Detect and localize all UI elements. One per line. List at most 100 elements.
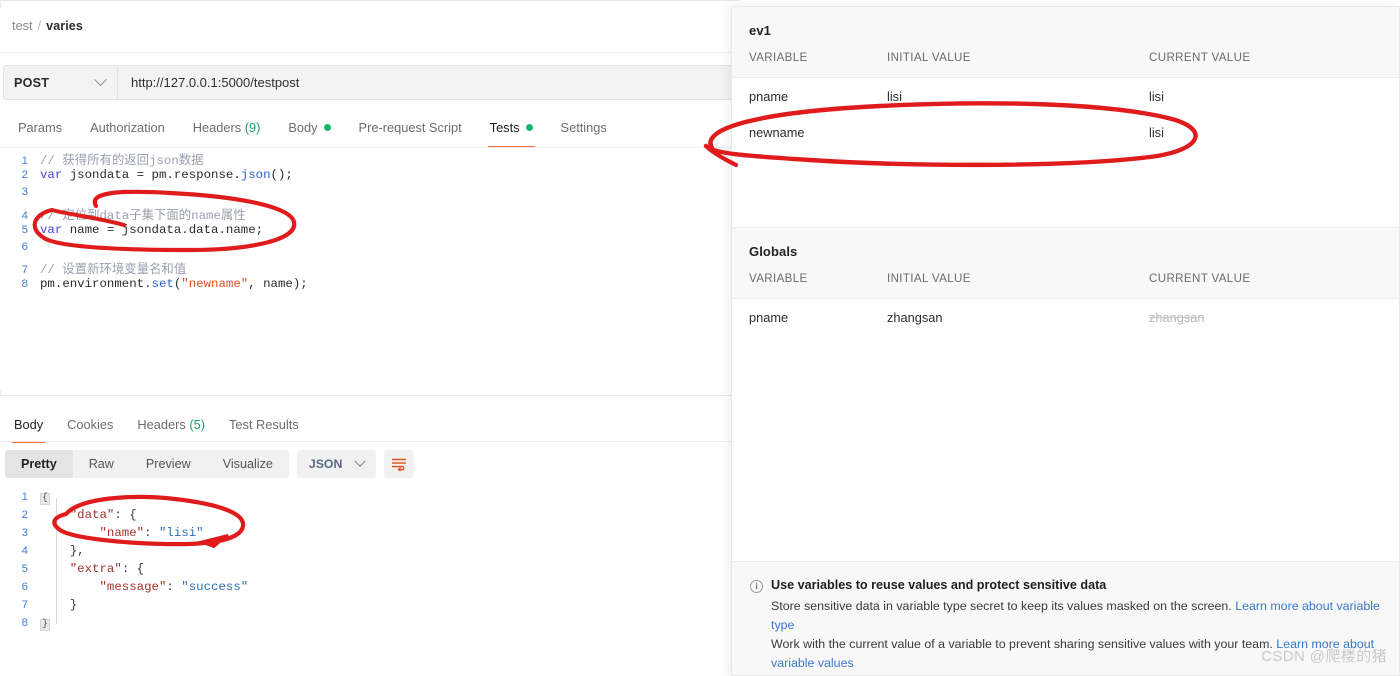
cell-current-value: lisi [1149,124,1164,140]
response-line: 7 } [0,598,739,616]
env-column-headers: VARIABLE INITIAL VALUE CURRENT VALUE [732,38,1399,78]
response-body-viewer[interactable]: 1{2 "data": {3 "name": "lisi" 4 }, 5 "extr… [0,490,739,634]
view-mode-raw[interactable]: Raw [73,450,130,478]
cell-variable: pname [749,309,789,325]
line-number: 8 [21,617,28,629]
tab-label: Test Results [228,416,299,432]
json-token: "name" [99,526,145,540]
column-header-initial-value: INITIAL VALUE [887,272,971,285]
status-dot [525,123,533,131]
code-token: . [218,222,226,237]
code-token: . [166,168,174,183]
line-number: 4 [21,545,28,557]
tab-label: Body [14,416,44,432]
line-number: 8 [21,278,28,291]
format-label: JSON [308,457,343,471]
cell-variable: pname [749,88,789,104]
response-tab-headers[interactable]: Headers (5) [125,410,217,438]
code-token: pm [144,168,167,183]
line-number: 2 [21,169,28,182]
tab-label: Cookies [67,416,114,432]
code-token: // 获得所有的返回json数据 [40,154,204,168]
format-dropdown[interactable]: JSON [296,450,377,478]
request-tab-settings[interactable]: Settings [547,112,621,142]
env-section-title: ev1 [749,23,771,38]
code-line: 2 var jsondata = pm.response.json(); [0,168,739,186]
line-number: 1 [21,491,28,503]
request-tabs: Params Authorization Headers (9) Body Pre-re… [0,112,740,148]
request-tab-tests[interactable]: Tests [476,112,547,148]
line-number: 3 [21,527,28,539]
response-tabs: Body Cookies Headers (5) Test Results [0,410,740,443]
line-number: 4 [21,209,28,222]
response-format-toolbar: Pretty Raw Preview Visualize JSON [5,450,415,478]
view-mode-preview[interactable]: Preview [130,450,207,478]
code-token: . [144,277,152,292]
json-token: : { [121,562,145,576]
table-row[interactable]: pname lisi lisi [732,78,1399,114]
breadcrumb-parent[interactable]: test [12,19,33,33]
fold-marker[interactable]: { [40,493,51,505]
response-line: 6 "message": "success" [0,580,739,598]
code-token: name [62,222,107,237]
code-line: 1 // 获得所有的返回json数据 [0,150,739,168]
method-selector[interactable]: POST [4,66,118,99]
request-tab-pre-request-script[interactable]: Pre-request Script [345,112,476,142]
response-line: 2 "data": { [0,508,739,526]
view-mode-visualize[interactable]: Visualize [207,450,289,478]
env-section-header: ev1 [732,7,1399,38]
tests-script-editor[interactable]: 1 // 获得所有的返回json数据 2 var jsondata = pm.resp… [0,150,739,390]
info-title: Use variables to reuse values and protec… [771,578,1107,592]
table-row[interactable]: pname zhangsan zhangsan [732,299,1399,335]
cell-initial-value: zhangsan [887,309,943,325]
code-text: pm.environment.set("newname", name); [40,277,308,291]
code-token: , name); [248,277,308,292]
json-token: "lisi" [159,526,204,540]
cell-current-value: zhangsan [1149,309,1205,325]
table-row[interactable]: newname lisi [732,114,1399,150]
code-token: // 定位到data子集下面的name属性 [40,208,246,223]
response-text: } [40,598,77,612]
response-text: { [40,490,51,505]
code-token: "newname" [181,277,249,292]
line-number: 2 [21,509,28,521]
editor-bottom-border [0,395,739,396]
request-tab-headers[interactable]: Headers (9) [179,112,275,142]
request-tab-authorization[interactable]: Authorization [76,112,179,142]
column-header-current-value: CURRENT VALUE [1149,51,1251,64]
response-text: "data": { [40,508,137,522]
response-tab-cookies[interactable]: Cookies [55,410,125,438]
code-line: 5 var name = jsondata.data.name; [0,223,739,241]
tab-label: Tests [489,119,520,135]
request-pane: test / varies POST http://127.0.0.1:5000… [0,0,740,676]
code-text: // 获得所有的返回json数据 [40,150,204,168]
cell-variable: newname [749,124,805,140]
json-token: "message" [99,580,167,594]
line-number: 5 [21,223,28,236]
response-tab-body[interactable]: Body [2,410,55,443]
url-input[interactable]: http://127.0.0.1:5000/testpost [118,66,735,99]
chevron-down-icon [354,455,367,467]
env-footer-info: i Use variables to reuse values and prot… [732,561,1399,675]
response-tab-test-results[interactable]: Test Results [217,410,311,438]
column-header-variable: VARIABLE [749,51,808,64]
response-line: 8} [0,616,739,634]
line-number: 1 [21,155,28,167]
view-mode-pretty[interactable]: Pretty [5,450,73,478]
fold-marker[interactable]: } [40,619,51,631]
code-token: ; [255,222,264,237]
env-rows-globals: pname zhangsan zhangsan [732,299,1399,484]
wrap-lines-button[interactable] [384,450,415,478]
globals-section-title: Globals [749,244,798,259]
line-number: 6 [21,240,28,253]
request-tab-params[interactable]: Params [4,112,76,142]
tab-label: Settings [560,119,607,135]
response-text: "message": "success" [40,580,249,594]
method-label: POST [14,75,50,90]
code-token: response [173,168,234,183]
code-line: 8 pm.environment.set("newname", name); [0,277,739,295]
request-tab-body[interactable]: Body [274,112,344,142]
json-token: "data" [69,508,115,522]
info-heading: i Use variables to reuse values and prot… [750,578,1383,593]
